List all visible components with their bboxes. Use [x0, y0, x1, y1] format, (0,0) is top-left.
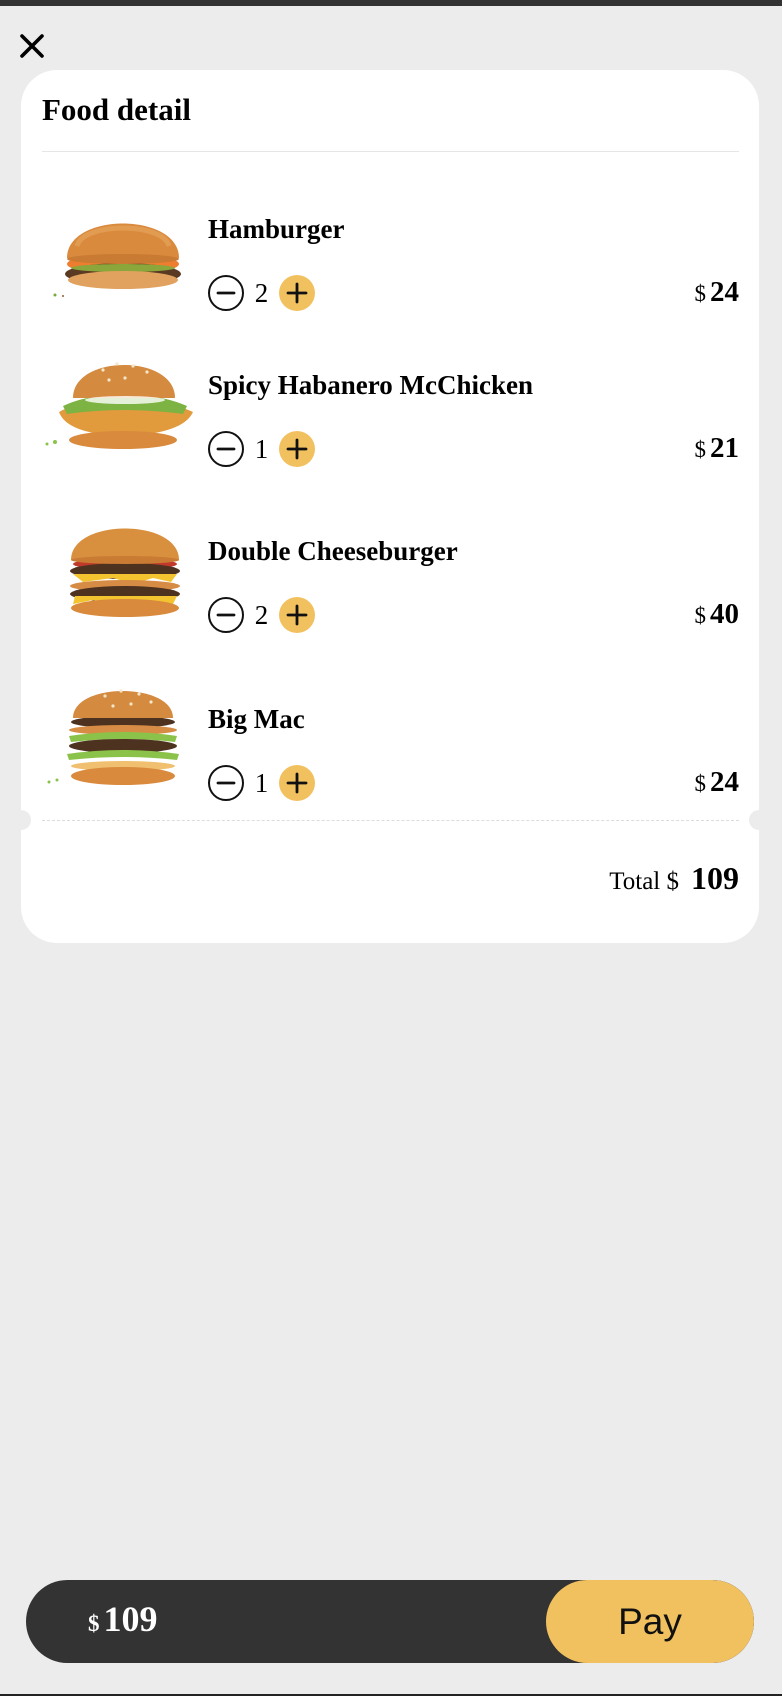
price-value: 40: [710, 598, 739, 630]
plus-icon: [286, 282, 308, 304]
plus-icon: [286, 772, 308, 794]
minus-icon: [216, 291, 236, 295]
ticket-notch: [749, 810, 769, 830]
minus-icon: [216, 781, 236, 785]
currency-symbol: $: [694, 437, 707, 462]
food-item: Double Cheeseburger 2 $40: [21, 514, 759, 664]
increase-button[interactable]: [279, 431, 315, 467]
increase-button[interactable]: [279, 597, 315, 633]
item-price: $24: [695, 766, 740, 799]
food-name: Hamburger: [208, 214, 345, 244]
quantity-stepper: 1: [208, 764, 315, 802]
decrease-button[interactable]: [208, 275, 244, 311]
food-image: [47, 689, 179, 785]
close-button[interactable]: [16, 30, 48, 62]
order-total: Total $ 109: [609, 860, 739, 897]
increase-button[interactable]: [279, 765, 315, 801]
currency-symbol: $: [694, 771, 707, 796]
quantity-value: 1: [254, 767, 269, 798]
pay-button[interactable]: Pay: [546, 1580, 754, 1663]
close-icon: [20, 34, 44, 58]
food-item: Big Mac 1 $24: [21, 682, 759, 832]
total-value: 109: [691, 860, 739, 896]
minus-icon: [216, 447, 236, 451]
increase-button[interactable]: [279, 275, 315, 311]
quantity-value: 1: [254, 433, 269, 464]
quantity-stepper: 1: [208, 430, 315, 468]
checkout-total: 109: [103, 1599, 158, 1639]
card-title: Food detail: [42, 92, 191, 127]
food-name: Spicy Habanero McChicken: [208, 370, 534, 400]
quantity-value: 2: [254, 599, 269, 630]
dashed-divider: [42, 820, 739, 821]
decrease-button[interactable]: [208, 431, 244, 467]
item-price: $24: [695, 276, 740, 309]
minus-icon: [216, 613, 236, 617]
price-value: 24: [710, 766, 739, 798]
quantity-stepper: 2: [208, 596, 315, 634]
ticket-notch: [11, 810, 31, 830]
price-value: 21: [710, 432, 739, 464]
item-price: $21: [695, 432, 740, 465]
checkout-bar: $ 109 Pay: [26, 1580, 754, 1663]
divider: [42, 151, 739, 152]
currency-symbol: $: [694, 603, 707, 628]
decrease-button[interactable]: [208, 765, 244, 801]
food-item: Hamburger 2 $24: [21, 192, 759, 342]
food-image: [53, 223, 181, 297]
food-name: Big Mac: [208, 704, 305, 734]
item-price: $40: [695, 598, 740, 631]
total-label: Total $: [609, 868, 679, 895]
food-detail-card: Food detail Hamburger 2 $24 Spicy Habane…: [11, 70, 769, 943]
status-bar: [0, 0, 782, 6]
plus-icon: [286, 438, 308, 460]
quantity-value: 2: [254, 277, 269, 308]
checkout-amount: $ 109: [88, 1598, 158, 1640]
price-value: 24: [710, 276, 739, 308]
food-image: [45, 362, 193, 449]
food-item: Spicy Habanero McChicken 1 $21: [21, 348, 759, 498]
currency-symbol: $: [694, 281, 707, 306]
plus-icon: [286, 604, 308, 626]
decrease-button[interactable]: [208, 597, 244, 633]
currency-symbol: $: [88, 1611, 100, 1636]
food-name: Double Cheeseburger: [208, 536, 458, 566]
food-image: [70, 528, 180, 617]
quantity-stepper: 2: [208, 274, 315, 312]
